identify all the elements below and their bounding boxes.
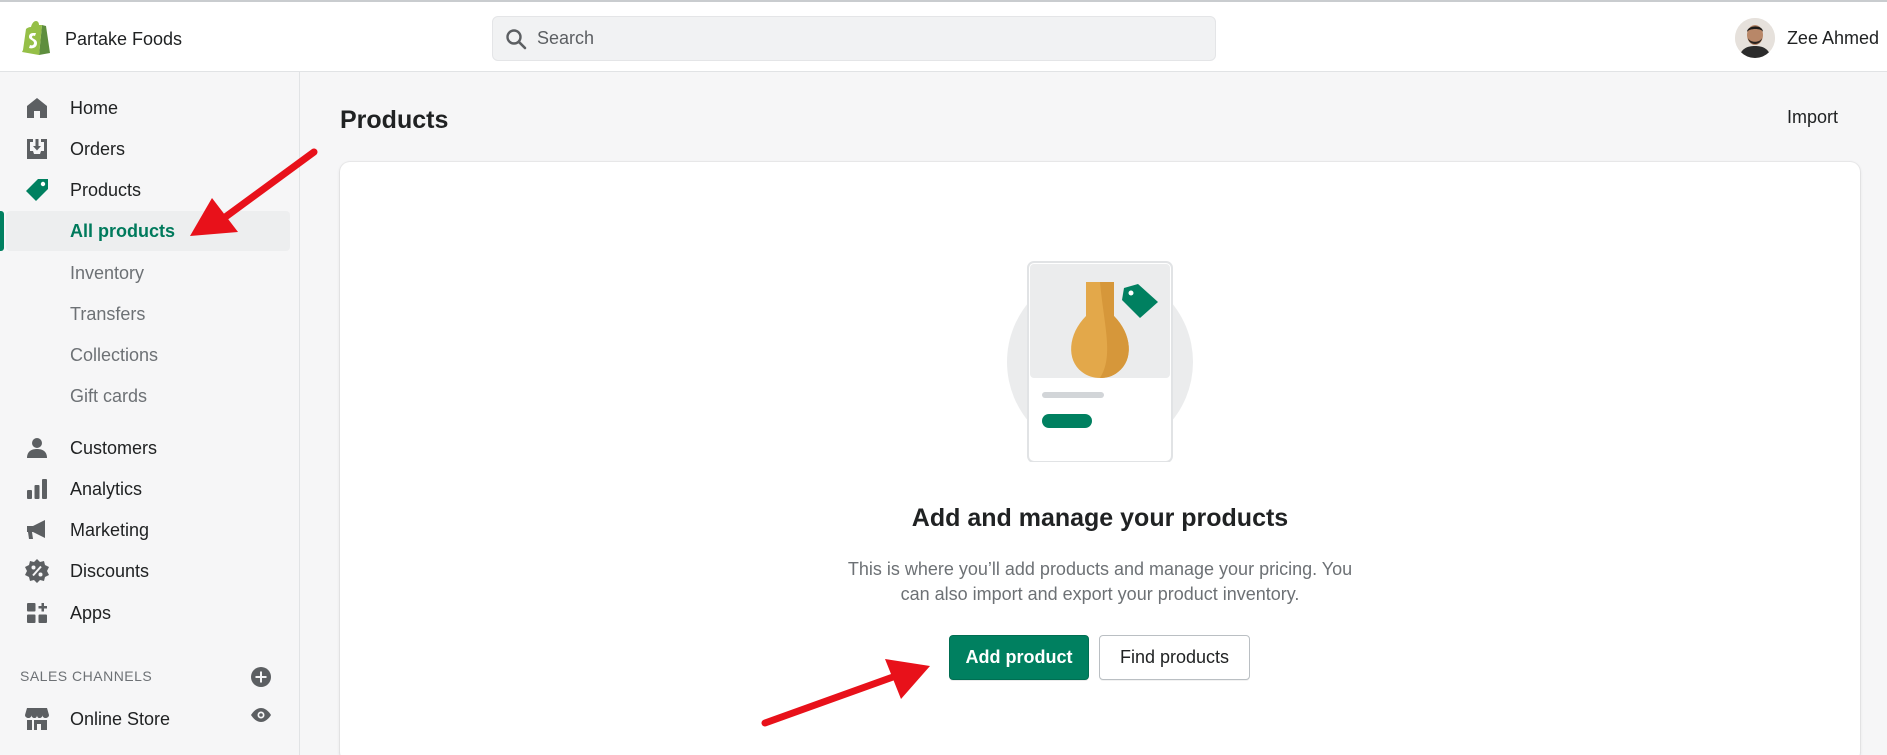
sidebar-item-label: Orders — [70, 138, 126, 159]
store-name[interactable]: Partake Foods — [65, 29, 182, 50]
megaphone-icon — [24, 517, 50, 543]
orders-icon — [24, 136, 50, 162]
home-icon — [24, 95, 50, 121]
product-illustration-icon — [1007, 261, 1193, 462]
sidebar-item-label: Marketing — [70, 519, 150, 540]
search-icon — [506, 29, 527, 50]
store-icon — [24, 706, 50, 732]
avatar — [1734, 18, 1775, 58]
eye-icon[interactable] — [249, 706, 273, 729]
sidebar-item-label: Analytics — [70, 478, 143, 499]
user-menu[interactable]: Zee Ahmed — [1734, 18, 1879, 58]
sidebar-item-label: Home — [70, 97, 119, 118]
sidebar-item-home[interactable]: Home — [0, 90, 300, 126]
user-name: Zee Ahmed — [1786, 27, 1879, 48]
sidebar-subitem-label: Collections — [70, 345, 159, 365]
sidebar-item-discounts[interactable]: Discounts — [0, 553, 300, 589]
annotation-arrow-icon — [190, 148, 318, 236]
sidebar-item-marketing[interactable]: Marketing — [0, 512, 300, 548]
sidebar-subitem-label: Inventory — [70, 263, 145, 283]
discount-icon — [24, 558, 50, 584]
sidebar-item-label: Customers — [70, 437, 158, 458]
sidebar-subitem-inventory[interactable]: Inventory — [0, 255, 300, 291]
top-bar: Partake Foods Zee Ahmed — [0, 0, 1887, 72]
sidebar-subitem-gift-cards[interactable]: Gift cards — [0, 378, 300, 414]
sidebar-item-analytics[interactable]: Analytics — [0, 471, 300, 507]
sidebar-subitem-label: Transfers — [70, 304, 146, 324]
sidebar-item-customers[interactable]: Customers — [0, 430, 300, 466]
empty-state-heading: Add and manage your products — [911, 504, 1289, 532]
add-circle-icon[interactable] — [250, 666, 272, 693]
page-title: Products — [340, 106, 449, 134]
annotation-arrow-icon — [761, 659, 930, 727]
tag-icon — [24, 177, 50, 203]
sales-channels-title: SALES CHANNELS — [20, 668, 153, 684]
empty-state-description: This is where you’ll add products and ma… — [847, 559, 1353, 604]
import-button[interactable]: Import — [1787, 107, 1838, 128]
sidebar-item-label: Apps — [70, 602, 112, 623]
shopify-logo-icon[interactable] — [20, 20, 52, 56]
sidebar-item-apps[interactable]: Apps — [0, 595, 300, 631]
sidebar-subitem-transfers[interactable]: Transfers — [0, 296, 300, 332]
apps-icon — [24, 600, 50, 626]
sidebar-item-label: Products — [70, 179, 142, 200]
find-products-button[interactable]: Find products — [1099, 635, 1250, 680]
sidebar-item-label: Discounts — [70, 560, 150, 581]
sidebar-subitem-label: All products — [70, 221, 176, 241]
search-bar[interactable] — [492, 16, 1216, 61]
sidebar-item-label: Online Store — [70, 708, 171, 729]
sidebar-subitem-label: Gift cards — [70, 386, 148, 406]
bar-chart-icon — [24, 476, 50, 502]
add-product-button[interactable]: Add product — [949, 635, 1089, 680]
active-indicator — [0, 211, 4, 251]
person-icon — [24, 435, 50, 461]
sidebar-subitem-collections[interactable]: Collections — [0, 337, 300, 373]
search-input[interactable] — [537, 17, 1197, 60]
